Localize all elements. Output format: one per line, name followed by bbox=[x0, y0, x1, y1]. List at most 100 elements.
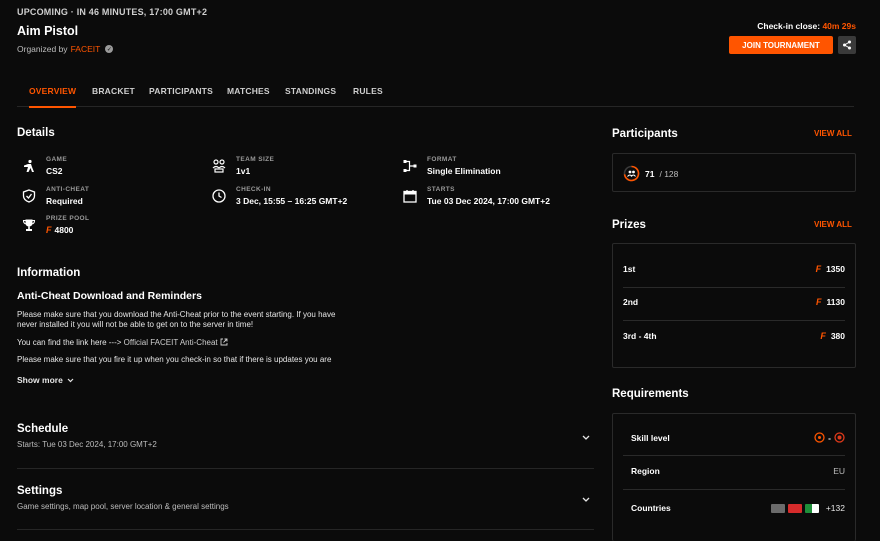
divider bbox=[623, 287, 845, 288]
trophy-icon bbox=[22, 219, 36, 231]
countries-label: Countries bbox=[631, 503, 671, 513]
gamepad-player-icon bbox=[24, 159, 34, 172]
detail-check-in: CHECK-IN 3 Dec, 15:55 – 16:25 GMT+2 bbox=[212, 186, 347, 206]
starts-label: STARTS bbox=[427, 186, 455, 193]
prize-pool-value: F 4800 bbox=[46, 225, 89, 235]
share-icon bbox=[843, 40, 851, 50]
team-size-label: TEAM SIZE bbox=[236, 156, 275, 163]
bracket-icon bbox=[403, 160, 417, 172]
detail-game: GAME CS2 bbox=[22, 156, 67, 176]
prize-pool-label: PRIZE POOL bbox=[46, 215, 90, 222]
divider bbox=[17, 529, 594, 530]
link-prefix: You can find the link here ---> bbox=[17, 338, 122, 347]
organized-by-label: Organized by bbox=[17, 44, 68, 54]
participants-current: 71 bbox=[645, 168, 655, 179]
tab-standings[interactable]: STANDINGS bbox=[285, 86, 336, 96]
participants-card: 71 / 128 bbox=[612, 153, 856, 192]
page-title: Aim Pistol bbox=[17, 24, 79, 38]
detail-team-size: TEAM SIZE 1v1 bbox=[212, 156, 274, 176]
format-label: FORMAT bbox=[427, 156, 457, 163]
checkin-time: 40m 29s bbox=[822, 21, 856, 31]
settings-section[interactable]: Settings Game settings, map pool, server… bbox=[17, 485, 594, 511]
starts-value: Tue 03 Dec 2024, 17:00 GMT+2 bbox=[427, 196, 550, 206]
requirements-heading: Requirements bbox=[612, 388, 689, 400]
verified-icon: ✓ bbox=[105, 45, 114, 53]
prize-amount: 1130 bbox=[826, 297, 845, 307]
schedule-section[interactable]: Schedule Starts: Tue 03 Dec 2024, 17:00 … bbox=[17, 423, 594, 449]
prizes-view-all[interactable]: VIEW ALL bbox=[814, 220, 852, 229]
participants-heading: Participants bbox=[612, 128, 678, 140]
participants-view-all[interactable]: VIEW ALL bbox=[814, 129, 852, 138]
calendar-icon bbox=[403, 190, 417, 203]
prize-amount: 380 bbox=[830, 331, 845, 341]
participants-count: 71 / 128 bbox=[623, 165, 678, 182]
tab-rules[interactable]: RULES bbox=[353, 86, 383, 96]
prizes-heading: Prizes bbox=[612, 219, 646, 231]
event-status: UPCOMING · IN 46 MINUTES, 17:00 GMT+2 bbox=[17, 7, 208, 17]
details-heading: Details bbox=[17, 127, 55, 139]
faceit-points-icon: F bbox=[815, 264, 822, 274]
chevron-down-icon bbox=[582, 497, 590, 502]
prize-amount: 1350 bbox=[826, 264, 845, 274]
anti-cheat-link[interactable]: Official FACEIT Anti-Cheat bbox=[124, 338, 218, 347]
anti-cheat-label: ANTI-CHEAT bbox=[46, 186, 90, 193]
settings-sub: Game settings, map pool, server location… bbox=[17, 502, 229, 511]
prize-place: 2nd bbox=[623, 297, 639, 307]
prize-place: 1st bbox=[623, 264, 636, 274]
game-value: CS2 bbox=[46, 166, 63, 176]
information-paragraph-1: Please make sure that you download the A… bbox=[17, 310, 336, 329]
tab-overview[interactable]: OVERVIEW bbox=[29, 86, 77, 108]
countries-more[interactable]: +132 bbox=[826, 503, 845, 513]
prize-row-3: 3rd - 4th F 380 bbox=[623, 331, 845, 341]
format-value: Single Elimination bbox=[427, 166, 501, 176]
schedule-heading: Schedule bbox=[17, 423, 69, 435]
faceit-points-icon: F bbox=[816, 297, 822, 307]
shield-icon bbox=[22, 189, 36, 203]
detail-prize-pool: PRIZE POOL F 4800 bbox=[22, 215, 89, 235]
team-icon bbox=[212, 159, 226, 173]
skill-level-max-icon bbox=[834, 432, 845, 443]
region-label: Region bbox=[631, 466, 660, 476]
organizer-line: Organized by FACEIT ✓ bbox=[17, 44, 114, 54]
divider bbox=[17, 468, 594, 469]
tab-participants[interactable]: PARTICIPANTS bbox=[149, 86, 213, 96]
country-flag-icon bbox=[770, 503, 785, 513]
detail-format: FORMAT Single Elimination bbox=[403, 156, 501, 176]
schedule-sub: Starts: Tue 03 Dec 2024, 17:00 GMT+2 bbox=[17, 440, 157, 449]
tab-bar: OVERVIEW BRACKET PARTICIPANTS MATCHES ST… bbox=[17, 79, 854, 108]
check-in-label: CHECK-IN bbox=[236, 186, 271, 193]
prize-row-1: 1st F 1350 bbox=[623, 264, 845, 274]
information-paragraph-3: Please make sure that you fire it up whe… bbox=[17, 355, 332, 364]
join-tournament-button[interactable]: JOIN TOURNAMENT bbox=[729, 36, 833, 54]
divider bbox=[623, 455, 845, 456]
checkin-label: Check-in close: bbox=[757, 21, 821, 31]
information-paragraph-2: You can find the link here ---> Official… bbox=[17, 338, 377, 348]
divider bbox=[623, 489, 845, 490]
skill-level-separator: - bbox=[828, 432, 831, 443]
external-link-icon bbox=[220, 338, 228, 346]
show-more-button[interactable]: Show more bbox=[17, 375, 74, 385]
team-size-value: 1v1 bbox=[236, 166, 251, 176]
detail-starts: STARTS Tue 03 Dec 2024, 17:00 GMT+2 bbox=[403, 186, 550, 206]
country-flag-icon bbox=[804, 503, 819, 513]
participants-progress-icon bbox=[623, 165, 640, 182]
prize-pool-amount: 4800 bbox=[54, 225, 74, 235]
tab-matches[interactable]: MATCHES bbox=[227, 86, 270, 96]
skill-level-label: Skill level bbox=[631, 432, 670, 443]
region-row: Region EU bbox=[631, 466, 845, 476]
clock-icon bbox=[212, 189, 226, 203]
requirements-card: Skill level - Region EU Countries +132 bbox=[612, 413, 856, 541]
countries-row: Countries +132 bbox=[631, 503, 845, 513]
tab-bracket[interactable]: BRACKET bbox=[92, 86, 135, 96]
organizer-link[interactable]: FACEIT bbox=[71, 44, 101, 54]
chevron-down-icon bbox=[67, 378, 74, 382]
game-label: GAME bbox=[46, 156, 68, 163]
share-button[interactable] bbox=[838, 36, 856, 54]
prize-row-2: 2nd F 1130 bbox=[623, 297, 845, 307]
checkin-countdown: Check-in close: 40m 29s bbox=[757, 21, 856, 31]
chevron-down-icon bbox=[582, 435, 590, 440]
prize-place: 3rd - 4th bbox=[623, 331, 657, 341]
show-more-label: Show more bbox=[17, 375, 63, 385]
country-flag-icon bbox=[787, 503, 802, 513]
faceit-points-icon: F bbox=[46, 225, 52, 235]
